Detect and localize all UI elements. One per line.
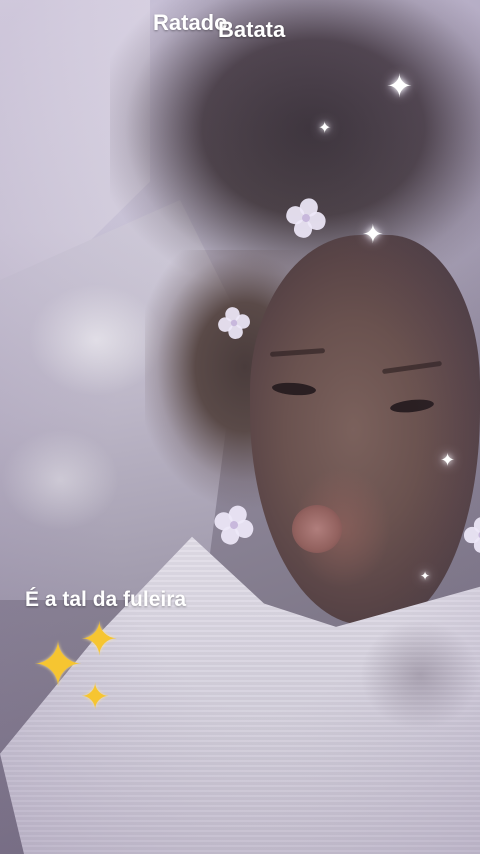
star-twinkle-icon: ✦ [362,220,384,250]
gold-sparkles-icon: ✦ [80,677,111,718]
star-twinkle-icon: ✦ [440,450,456,471]
story-frame: ✦ ✦ ✦ ✦ ✦ ✦ ✦ ✦ Ratado Batata É a tal da… [0,0,480,854]
caption-middle: É a tal da fuleira [25,588,187,611]
caption-top-word-1: Ratado [153,10,228,35]
flower-icon [215,304,252,341]
flower-icon [464,517,480,553]
star-twinkle-icon: ✦ [318,118,332,137]
filter-haze [0,0,480,854]
star-twinkle-icon: ✦ [386,67,413,105]
caption-top-word-2: Batata [218,17,286,42]
gold-sparkles-icon: ✦ [32,628,84,701]
gold-sparkles-icon: ✦ [80,612,119,666]
star-twinkle-icon: ✦ [420,569,431,583]
